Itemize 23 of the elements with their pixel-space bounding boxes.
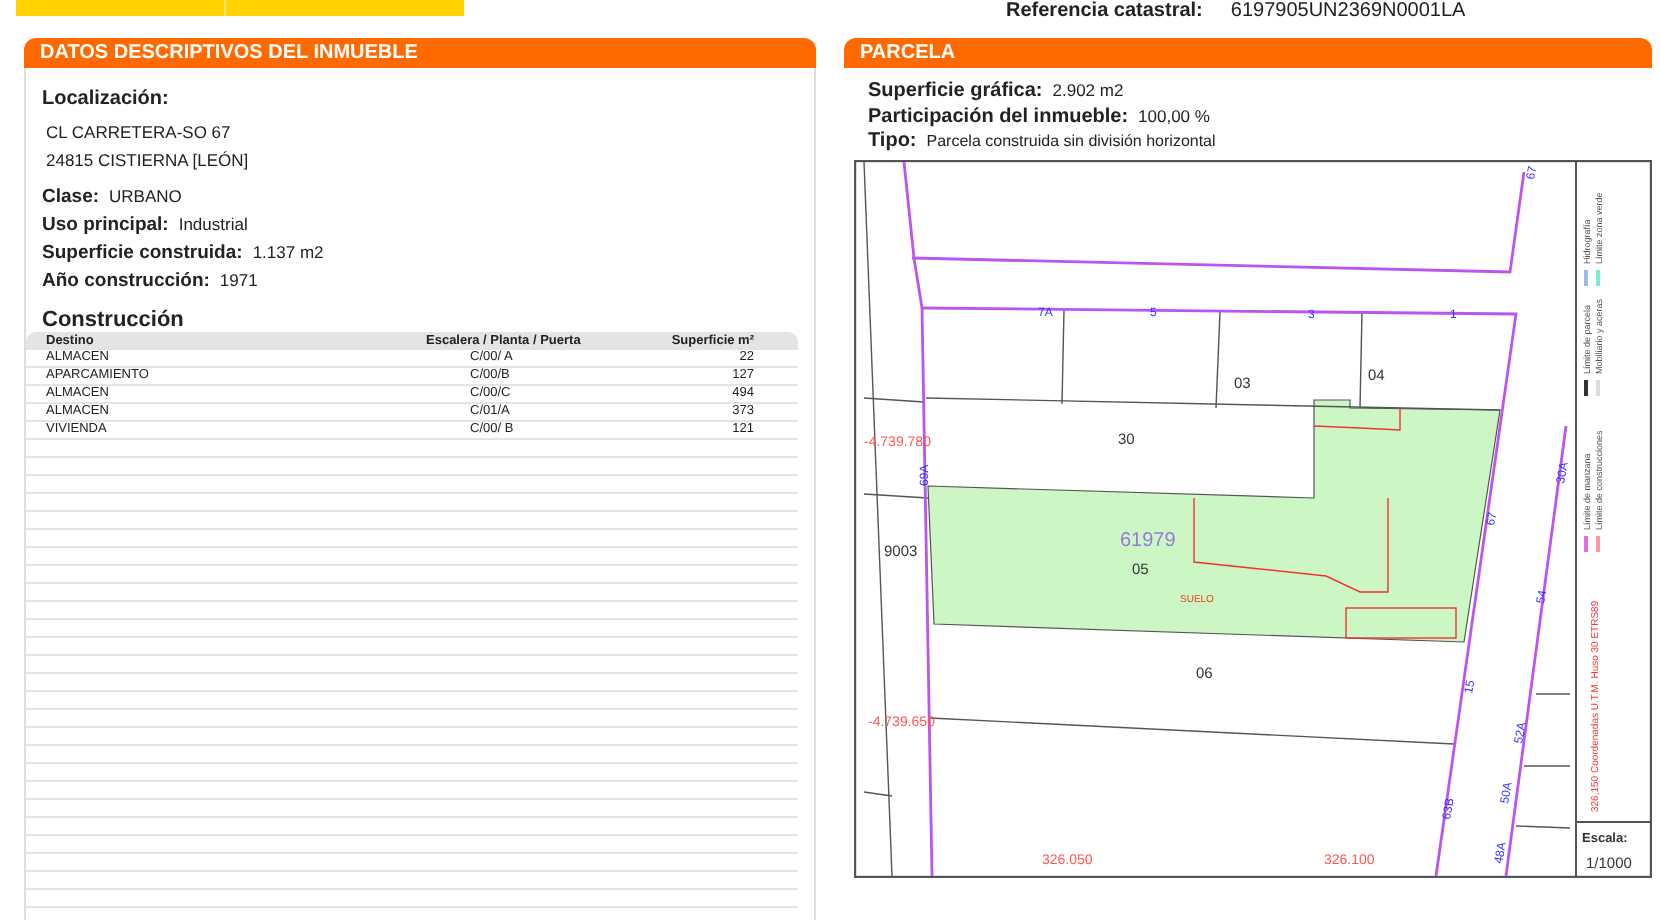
field-label: Superficie construida:	[42, 242, 243, 264]
field-label: Año construcción:	[42, 270, 210, 292]
section-header: DATOS DESCRIPTIVOS DEL INMUEBLE	[24, 38, 816, 68]
field-value: 2.902 m2	[1052, 78, 1124, 102]
field-label: Uso principal:	[42, 214, 169, 236]
field-label: Superficie gráfica:	[868, 80, 1043, 104]
field-value: 1971	[219, 270, 258, 290]
reference-label: Referencia catastral:	[1006, 0, 1203, 22]
field-label: Participación del inmueble:	[868, 106, 1129, 130]
field-value: Industrial	[178, 214, 248, 234]
field-label: Localización:	[42, 88, 171, 110]
field-value: Parcela construida sin división horizontal	[926, 130, 1216, 154]
field-value: 100,00 %	[1138, 104, 1210, 128]
field-label: Tipo:	[868, 130, 917, 154]
section-header: PARCELA	[844, 38, 1652, 68]
field-value: 1.137 m2	[252, 242, 324, 262]
map-label: 61979	[1120, 530, 1176, 552]
field-value: URBANO	[109, 186, 182, 206]
address-line: CL CARRETERA-SO 67	[44, 120, 233, 146]
section-title: Construcción	[42, 308, 186, 332]
reference-value: 6197905UN2369N0001LA	[1230, 0, 1466, 22]
address-line: 24815 CISTIERNA [LEÓN]	[44, 148, 251, 174]
field-label: Clase:	[42, 186, 100, 208]
